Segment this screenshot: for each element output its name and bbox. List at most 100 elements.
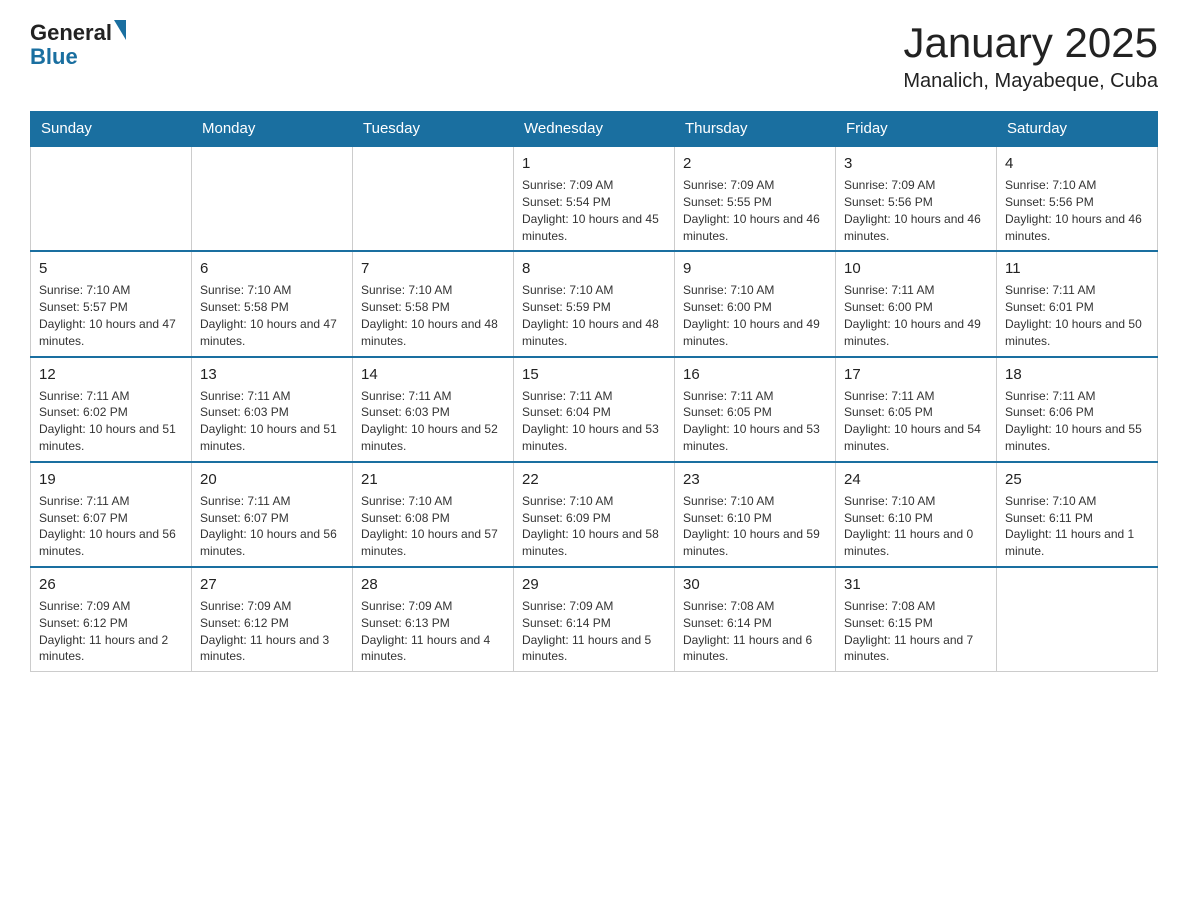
day-info: Sunrise: 7:11 AMSunset: 6:05 PMDaylight:…: [844, 388, 988, 455]
page-subtitle: Manalich, Mayabeque, Cuba: [903, 70, 1158, 93]
day-number: 17: [844, 364, 988, 385]
calendar-day-cell: 7Sunrise: 7:10 AMSunset: 5:58 PMDaylight…: [353, 251, 514, 356]
calendar-day-header: Saturday: [997, 112, 1158, 147]
calendar-day-cell: 2 Sunrise: 7:09 AMSunset: 5:55 PMDaylight…: [675, 146, 836, 251]
calendar-day-header: Thursday: [675, 112, 836, 147]
day-number: 20: [200, 469, 344, 490]
day-info: Sunrise: 7:08 AMSunset: 6:15 PMDaylight:…: [844, 598, 988, 665]
calendar-table: SundayMondayTuesdayWednesdayThursdayFrid…: [30, 111, 1158, 672]
day-info: Sunrise: 7:09 AMSunset: 6:12 PMDaylight:…: [39, 598, 183, 665]
page-header: General Blue January 2025 Manalich, Maya…: [30, 20, 1158, 93]
calendar-day-cell: [31, 146, 192, 251]
calendar-day-cell: 25 Sunrise: 7:10 AMSunset: 6:11 PMDayligh…: [997, 462, 1158, 567]
day-info: Sunrise: 7:10 AMSunset: 5:58 PMDaylight:…: [200, 282, 344, 349]
logo-blue-text: Blue: [30, 46, 78, 68]
calendar-day-cell: 11 Sunrise: 7:11 AMSunset: 6:01 PMDayligh…: [997, 251, 1158, 356]
calendar-day-cell: 30 Sunrise: 7:08 AMSunset: 6:14 PMDayligh…: [675, 567, 836, 672]
calendar-day-header: Tuesday: [353, 112, 514, 147]
calendar-day-header: Friday: [836, 112, 997, 147]
day-number: 26: [39, 574, 183, 595]
day-info: Sunrise: 7:08 AMSunset: 6:14 PMDaylight:…: [683, 598, 827, 665]
calendar-day-cell: 6 Sunrise: 7:10 AMSunset: 5:58 PMDaylight…: [192, 251, 353, 356]
day-info: Sunrise: 7:10 AMSunset: 6:09 PMDaylight:…: [522, 493, 666, 560]
calendar-day-cell: 19 Sunrise: 7:11 AMSunset: 6:07 PMDayligh…: [31, 462, 192, 567]
calendar-day-cell: 24 Sunrise: 7:10 AMSunset: 6:10 PMDayligh…: [836, 462, 997, 567]
day-info: Sunrise: 7:09 AMSunset: 6:12 PMDaylight:…: [200, 598, 344, 665]
day-number: 19: [39, 469, 183, 490]
logo-triangle-icon: [114, 20, 126, 40]
calendar-day-cell: 14Sunrise: 7:11 AMSunset: 6:03 PMDayligh…: [353, 357, 514, 462]
day-info: Sunrise: 7:11 AMSunset: 6:01 PMDaylight:…: [1005, 282, 1149, 349]
calendar-day-cell: 18Sunrise: 7:11 AMSunset: 6:06 PMDayligh…: [997, 357, 1158, 462]
day-number: 24: [844, 469, 988, 490]
day-number: 11: [1005, 258, 1149, 279]
calendar-day-cell: 13 Sunrise: 7:11 AMSunset: 6:03 PMDayligh…: [192, 357, 353, 462]
day-info: Sunrise: 7:11 AMSunset: 6:03 PMDaylight:…: [361, 388, 505, 455]
calendar-day-cell: 1Sunrise: 7:09 AMSunset: 5:54 PMDaylight…: [514, 146, 675, 251]
calendar-week-row: 12 Sunrise: 7:11 AMSunset: 6:02 PMDayligh…: [31, 357, 1158, 462]
day-number: 12: [39, 364, 183, 385]
calendar-day-header: Wednesday: [514, 112, 675, 147]
calendar-day-cell: 31 Sunrise: 7:08 AMSunset: 6:15 PMDayligh…: [836, 567, 997, 672]
calendar-day-cell: 20 Sunrise: 7:11 AMSunset: 6:07 PMDayligh…: [192, 462, 353, 567]
day-number: 15: [522, 364, 666, 385]
calendar-day-cell: 8 Sunrise: 7:10 AMSunset: 5:59 PMDaylight…: [514, 251, 675, 356]
calendar-day-cell: [997, 567, 1158, 672]
title-block: January 2025 Manalich, Mayabeque, Cuba: [903, 20, 1158, 93]
calendar-week-row: 5Sunrise: 7:10 AMSunset: 5:57 PMDaylight…: [31, 251, 1158, 356]
day-number: 16: [683, 364, 827, 385]
day-number: 18: [1005, 364, 1149, 385]
day-info: Sunrise: 7:11 AMSunset: 6:07 PMDaylight:…: [39, 493, 183, 560]
calendar-day-cell: 17 Sunrise: 7:11 AMSunset: 6:05 PMDayligh…: [836, 357, 997, 462]
day-info: Sunrise: 7:10 AMSunset: 5:59 PMDaylight:…: [522, 282, 666, 349]
day-number: 9: [683, 258, 827, 279]
calendar-day-cell: 29Sunrise: 7:09 AMSunset: 6:14 PMDayligh…: [514, 567, 675, 672]
calendar-day-cell: 9 Sunrise: 7:10 AMSunset: 6:00 PMDaylight…: [675, 251, 836, 356]
day-number: 31: [844, 574, 988, 595]
calendar-day-cell: 27Sunrise: 7:09 AMSunset: 6:12 PMDayligh…: [192, 567, 353, 672]
calendar-day-header: Sunday: [31, 112, 192, 147]
day-info: Sunrise: 7:11 AMSunset: 6:00 PMDaylight:…: [844, 282, 988, 349]
day-info: Sunrise: 7:11 AMSunset: 6:07 PMDaylight:…: [200, 493, 344, 560]
calendar-day-cell: [353, 146, 514, 251]
day-number: 28: [361, 574, 505, 595]
day-info: Sunrise: 7:09 AMSunset: 6:13 PMDaylight:…: [361, 598, 505, 665]
calendar-week-row: 19 Sunrise: 7:11 AMSunset: 6:07 PMDayligh…: [31, 462, 1158, 567]
day-number: 30: [683, 574, 827, 595]
day-info: Sunrise: 7:10 AMSunset: 5:57 PMDaylight:…: [39, 282, 183, 349]
calendar-day-cell: 23Sunrise: 7:10 AMSunset: 6:10 PMDayligh…: [675, 462, 836, 567]
day-info: Sunrise: 7:09 AMSunset: 5:54 PMDaylight:…: [522, 177, 666, 244]
day-info: Sunrise: 7:11 AMSunset: 6:05 PMDaylight:…: [683, 388, 827, 455]
day-number: 2: [683, 153, 827, 174]
calendar-week-row: 26 Sunrise: 7:09 AMSunset: 6:12 PMDayligh…: [31, 567, 1158, 672]
day-info: Sunrise: 7:09 AMSunset: 5:55 PMDaylight:…: [683, 177, 827, 244]
calendar-day-cell: 21Sunrise: 7:10 AMSunset: 6:08 PMDayligh…: [353, 462, 514, 567]
day-number: 25: [1005, 469, 1149, 490]
calendar-day-cell: 4Sunrise: 7:10 AMSunset: 5:56 PMDaylight…: [997, 146, 1158, 251]
day-info: Sunrise: 7:10 AMSunset: 5:58 PMDaylight:…: [361, 282, 505, 349]
day-number: 3: [844, 153, 988, 174]
calendar-day-cell: 3 Sunrise: 7:09 AMSunset: 5:56 PMDaylight…: [836, 146, 997, 251]
day-info: Sunrise: 7:11 AMSunset: 6:03 PMDaylight:…: [200, 388, 344, 455]
day-info: Sunrise: 7:09 AMSunset: 5:56 PMDaylight:…: [844, 177, 988, 244]
calendar-day-cell: 28 Sunrise: 7:09 AMSunset: 6:13 PMDayligh…: [353, 567, 514, 672]
page-title: January 2025: [903, 20, 1158, 66]
day-number: 6: [200, 258, 344, 279]
calendar-day-cell: 5Sunrise: 7:10 AMSunset: 5:57 PMDaylight…: [31, 251, 192, 356]
day-info: Sunrise: 7:10 AMSunset: 6:11 PMDaylight:…: [1005, 493, 1149, 560]
day-number: 22: [522, 469, 666, 490]
day-info: Sunrise: 7:10 AMSunset: 6:10 PMDaylight:…: [844, 493, 988, 560]
calendar-header-row: SundayMondayTuesdayWednesdayThursdayFrid…: [31, 112, 1158, 147]
calendar-day-cell: 10Sunrise: 7:11 AMSunset: 6:00 PMDayligh…: [836, 251, 997, 356]
day-info: Sunrise: 7:10 AMSunset: 6:00 PMDaylight:…: [683, 282, 827, 349]
calendar-day-cell: 22 Sunrise: 7:10 AMSunset: 6:09 PMDayligh…: [514, 462, 675, 567]
day-info: Sunrise: 7:10 AMSunset: 6:10 PMDaylight:…: [683, 493, 827, 560]
day-number: 13: [200, 364, 344, 385]
calendar-day-cell: 16 Sunrise: 7:11 AMSunset: 6:05 PMDayligh…: [675, 357, 836, 462]
calendar-day-cell: 26 Sunrise: 7:09 AMSunset: 6:12 PMDayligh…: [31, 567, 192, 672]
day-info: Sunrise: 7:11 AMSunset: 6:02 PMDaylight:…: [39, 388, 183, 455]
calendar-day-cell: [192, 146, 353, 251]
logo: General Blue: [30, 20, 126, 68]
day-number: 8: [522, 258, 666, 279]
calendar-day-cell: 12 Sunrise: 7:11 AMSunset: 6:02 PMDayligh…: [31, 357, 192, 462]
